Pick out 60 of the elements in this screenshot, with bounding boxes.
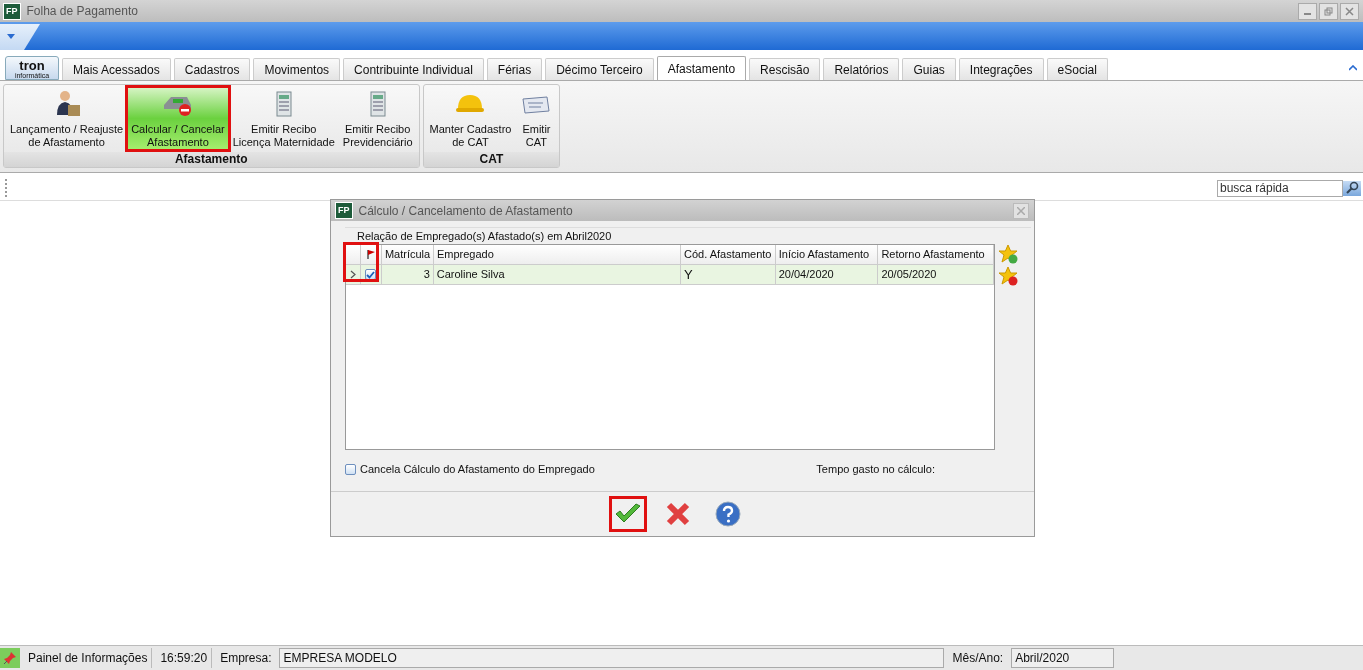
ribbon-tab[interactable]: eSocial (1046, 58, 1108, 80)
table-cell: Y (680, 265, 776, 284)
ribbon-button[interactable]: Emitir Recibo Previdenciário (338, 87, 417, 150)
cancel-checkbox[interactable]: Cancela Cálculo do Afastamento do Empregado (345, 463, 595, 475)
add-star-icon[interactable] (998, 244, 1018, 264)
cross-icon (664, 501, 691, 527)
ribbon-tab[interactable]: Décimo Terceiro (545, 58, 654, 80)
ribbon-tab[interactable]: Contribuinte Individual (343, 58, 484, 80)
column-header[interactable]: Início Afastamento (775, 245, 879, 264)
search-icon[interactable] (1343, 180, 1361, 196)
close-button[interactable] (1340, 2, 1359, 20)
elapsed-time-label: Tempo gasto no cálculo: (816, 463, 935, 475)
table-cell: 3 (381, 265, 434, 284)
minimize-button[interactable] (1298, 2, 1317, 20)
group-title: Afastamento (4, 152, 419, 167)
group-title: CAT (423, 152, 560, 167)
remove-star-icon[interactable] (998, 266, 1018, 286)
column-header[interactable]: Matrícula (381, 245, 434, 264)
column-header[interactable]: Cód. Afastamento (681, 245, 776, 264)
table-cell: 20/05/2020 (878, 265, 994, 284)
help-icon (713, 500, 742, 528)
pin-icon[interactable] (0, 648, 20, 668)
row-checkbox[interactable] (365, 269, 377, 280)
close-icon (1345, 6, 1354, 16)
ribbon-tab[interactable]: Guias (902, 58, 956, 80)
dialog-title: Cálculo / Cancelamento de Afastamento (358, 203, 573, 218)
restore-icon (1324, 6, 1333, 16)
window-title: Folha de Pagamento (26, 4, 138, 18)
info-panel-label: Painel de Informações (24, 648, 153, 668)
ribbon-tab[interactable]: Integrações (958, 58, 1044, 80)
period-field: Abril/2020 (1011, 648, 1115, 668)
ribbon-button[interactable]: Emitir CAT (515, 87, 558, 150)
company-field: EMPRESA MODELO (279, 648, 945, 668)
ribbon-button[interactable]: Calcular / Cancelar Afastamento (127, 87, 229, 150)
ribbon-button[interactable]: Emitir Recibo Licença Maternidade (228, 87, 339, 150)
column-header[interactable]: Empregado (433, 245, 682, 264)
current-row-icon (349, 270, 356, 279)
ribbon-button[interactable]: Manter Cadastro de CAT (425, 87, 516, 150)
quick-access-menu[interactable] (0, 24, 40, 50)
table-cell: Caroline Silva (433, 265, 681, 284)
caret-icon (7, 34, 15, 40)
close-icon (1017, 206, 1025, 215)
ribbon-tab[interactable]: Rescisão (749, 58, 821, 80)
ribbon-tab[interactable]: Relatórios (823, 58, 900, 80)
column-header[interactable]: Retorno Afastamento (878, 245, 994, 264)
ribbon-tab[interactable]: Férias (486, 58, 543, 80)
minimize-icon (1304, 12, 1311, 15)
app-icon: FP (3, 2, 21, 20)
clock-text: 16:59:20 (156, 648, 213, 668)
app-icon: FP (335, 202, 353, 219)
ribbon-tab[interactable]: Cadastros (173, 58, 251, 80)
table-row[interactable]: 3 Caroline Silva Y 20/04/2020 20/05/2020 (346, 265, 994, 285)
confirm-button[interactable] (608, 496, 647, 532)
company-label: Empresa: (219, 650, 273, 667)
ribbon-tab[interactable]: Movimentos (253, 58, 341, 80)
table-cell: 20/04/2020 (775, 265, 879, 284)
period-label: Mês/Ano: (951, 650, 1005, 667)
ribbon-tab[interactable]: Afastamento (656, 56, 747, 80)
ribbon-tab[interactable]: Mais Acessados (62, 58, 171, 80)
search-field[interactable]: busca rápida (1217, 179, 1343, 197)
